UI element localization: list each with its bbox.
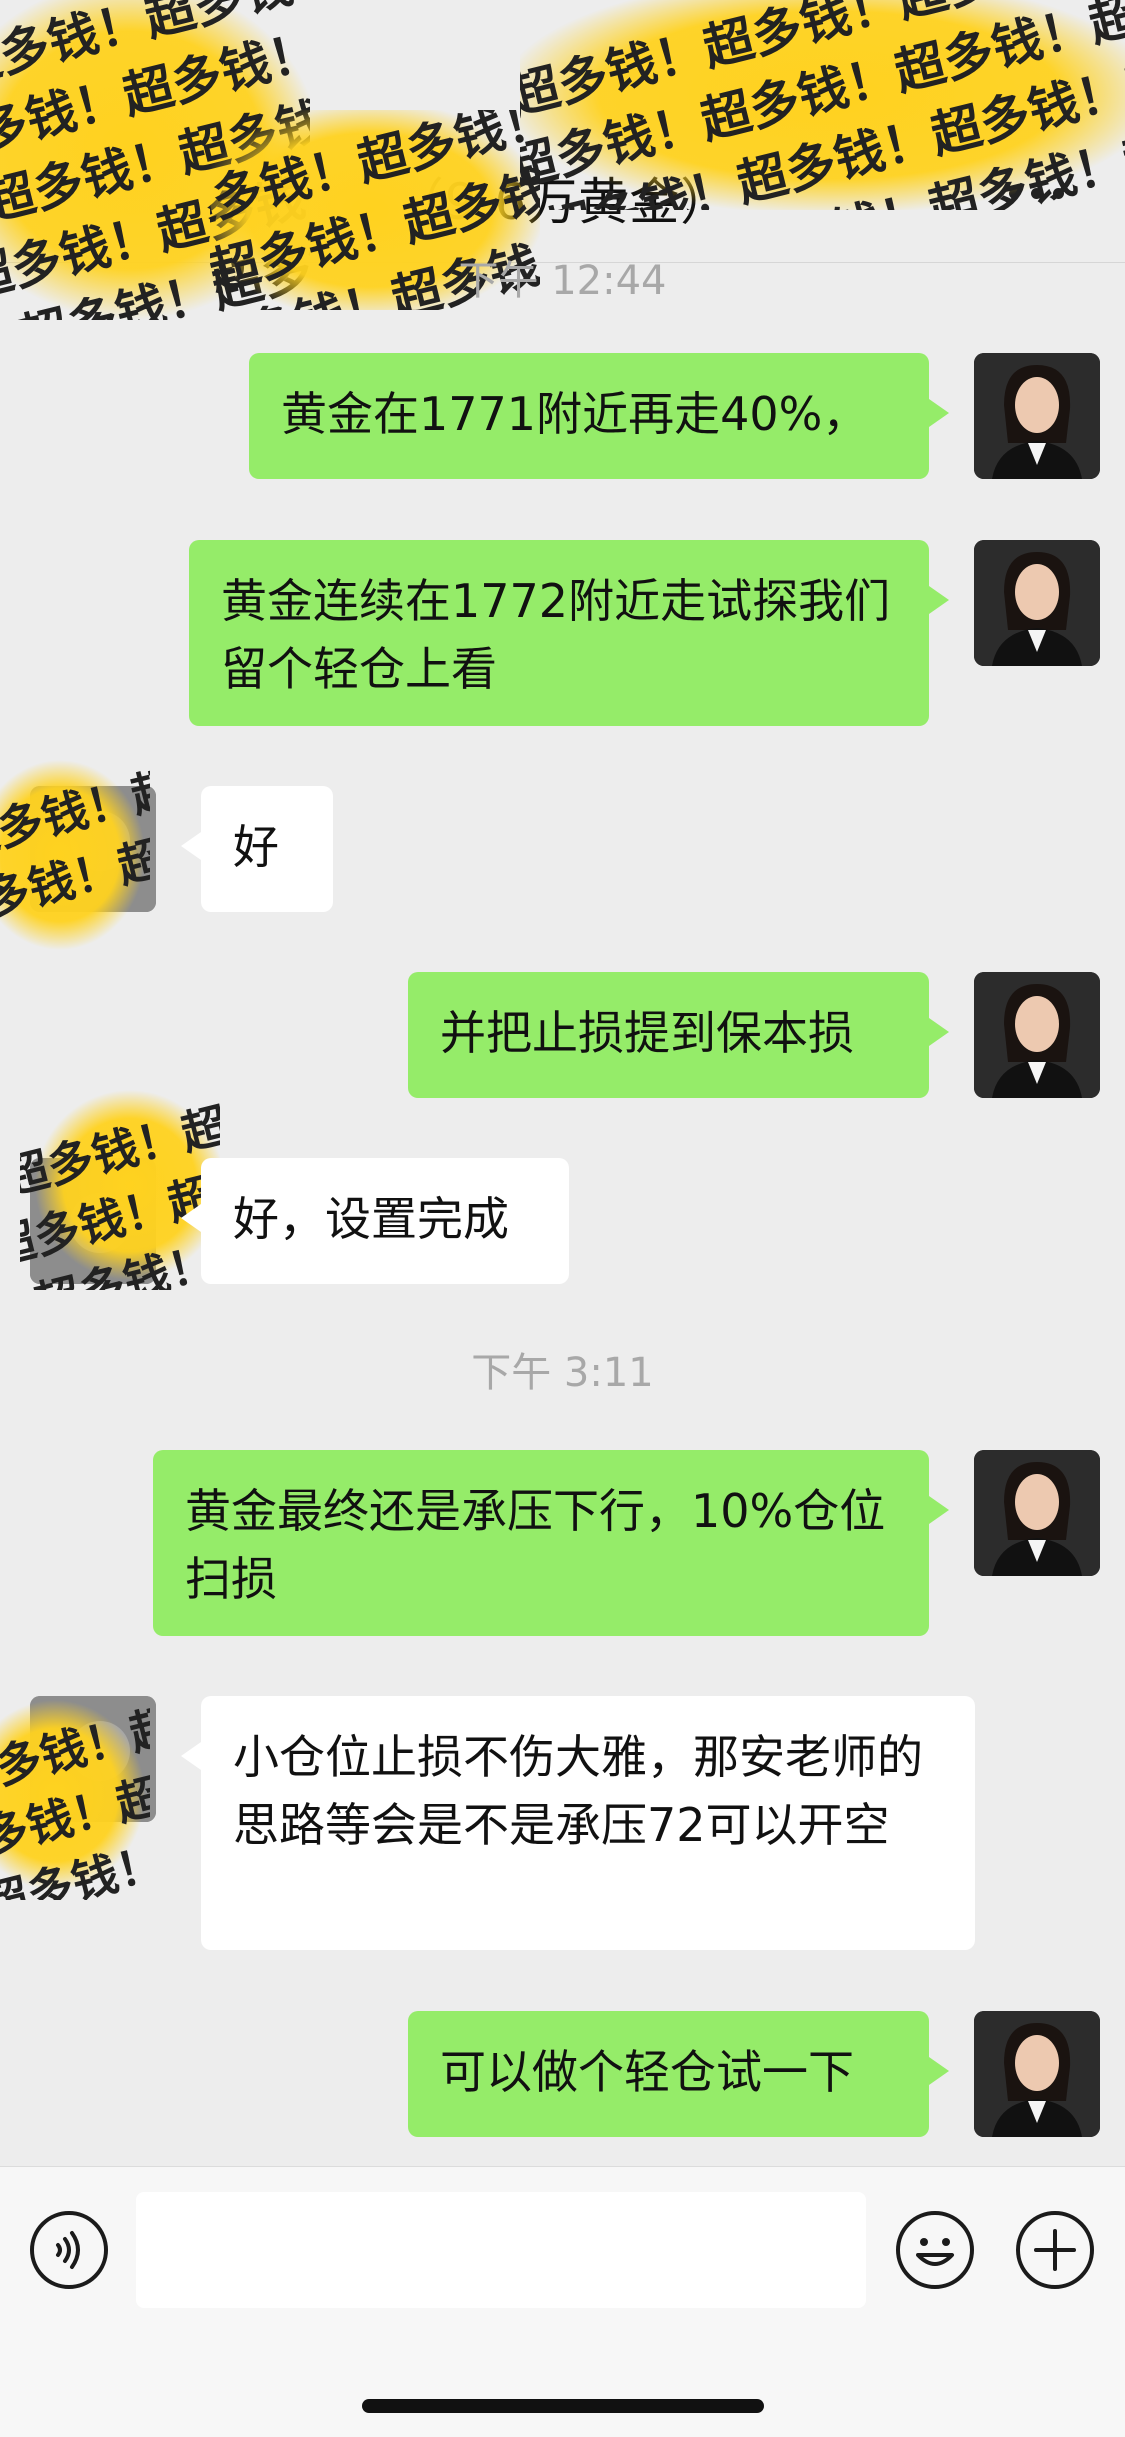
- contact-message-bubble[interactable]: 小仓位止损不伤大雅，那安老师的思路等会是不是承压72可以开空: [181, 1696, 975, 1950]
- my-avatar[interactable]: [974, 353, 1100, 479]
- timestamp: 下午 12:44: [458, 258, 667, 304]
- my-message-bubble[interactable]: 可以做个轻仓试一下: [408, 2011, 949, 2137]
- my-avatar[interactable]: [974, 2011, 1100, 2137]
- watermark-sticker: 超多钱！超多钱！超多钱！超多钱！超多钱！超多钱！ 超多钱！超多钱！超多钱！超多钱…: [0, 760, 150, 950]
- watermark-sticker: 超多钱！超多钱！超多钱！超多钱！超多钱！超多钱！ 超多钱！超多钱！超多钱！超多钱…: [20, 1090, 220, 1290]
- timestamp: 下午 3:11: [471, 1350, 654, 1396]
- contact-message-bubble[interactable]: 好，设置完成: [181, 1158, 569, 1284]
- voice-icon[interactable]: [30, 2211, 108, 2289]
- my-message-bubble[interactable]: 并把止损提到保本损: [408, 972, 949, 1098]
- message-input[interactable]: [136, 2192, 866, 2308]
- emoji-icon[interactable]: [896, 2211, 974, 2289]
- my-message-bubble[interactable]: 黄金连续在1772附近走试探我们留个轻仓上看: [189, 540, 949, 726]
- watermark-sticker: 超多钱！超多钱！超多钱！超多钱！超多钱！超多钱！ 超多钱！超多钱！超多钱！超多钱…: [520, 0, 1125, 210]
- watermark-sticker: 超多钱！超多钱！超多钱！超多钱！超多钱！超多钱！ 超多钱！超多钱！超多钱！超多钱…: [0, 1700, 150, 1900]
- contact-message-bubble[interactable]: 好: [181, 786, 333, 912]
- plus-icon[interactable]: [1016, 2211, 1094, 2289]
- home-indicator: [362, 2399, 764, 2413]
- my-avatar[interactable]: [974, 1450, 1100, 1576]
- my-message-bubble[interactable]: 黄金在1771附近再走40%，: [249, 353, 949, 479]
- my-avatar[interactable]: [974, 540, 1100, 666]
- my-message-bubble[interactable]: 黄金最终还是承压下行，10%仓位扫损: [153, 1450, 949, 1636]
- input-bar: [0, 2166, 1125, 2437]
- my-avatar[interactable]: [974, 972, 1100, 1098]
